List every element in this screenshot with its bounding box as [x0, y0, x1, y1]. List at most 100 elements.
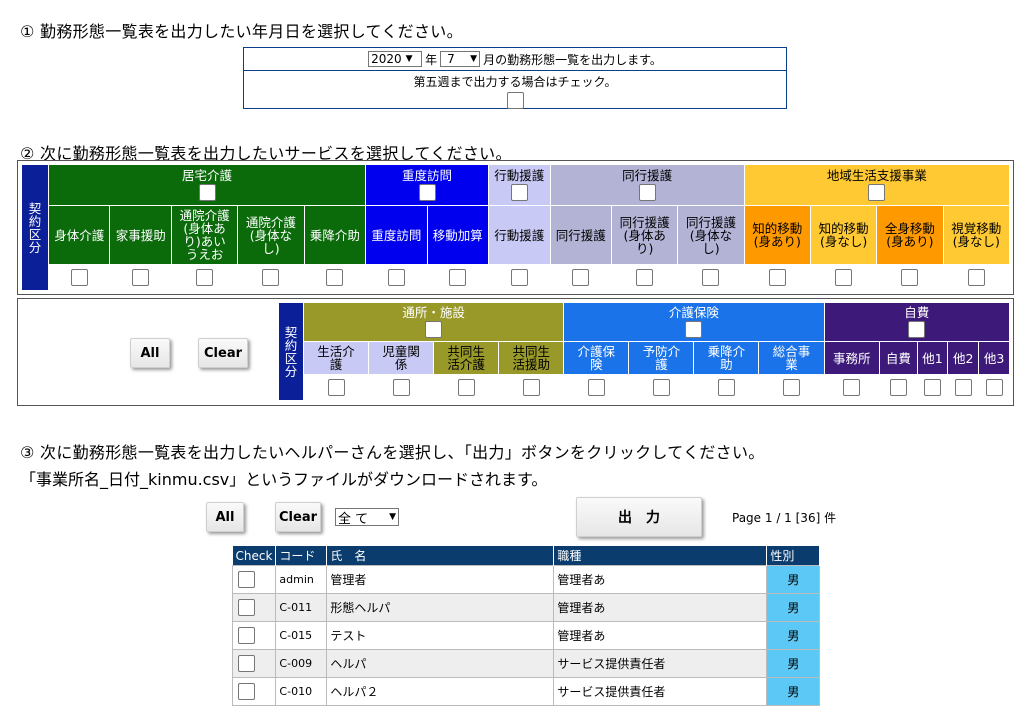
helper-job: サービス提供責任者	[553, 649, 768, 678]
helper-job: 管理者あ	[553, 565, 768, 594]
service-checkbox[interactable]	[522, 379, 540, 396]
service-group-header: 重度訪問	[366, 165, 489, 205]
helper-column-header: コード	[275, 546, 328, 566]
service-checkbox-cell	[171, 265, 238, 290]
service-group-checkbox[interactable]	[198, 184, 216, 201]
chevron-down-icon: ▼	[470, 54, 478, 64]
service-checkbox[interactable]	[843, 379, 861, 396]
service-column-label: 重度訪問	[371, 227, 422, 243]
output-button[interactable]: 出 力	[576, 497, 702, 537]
service-checkbox-cell	[49, 265, 110, 290]
helper-column-header: 職種	[553, 546, 768, 566]
helper-checkbox[interactable]	[238, 571, 255, 588]
service-checkbox[interactable]	[889, 379, 907, 396]
helper-checkbox[interactable]	[238, 655, 255, 672]
service-group-checkbox[interactable]	[908, 321, 926, 338]
service-checkbox[interactable]	[652, 379, 670, 396]
service-column-header: 生活介護	[304, 342, 369, 374]
helper-code: admin	[275, 565, 328, 594]
service-column-header: 移動加算	[427, 206, 489, 264]
service-checkbox-cell	[759, 375, 824, 400]
service-group-header: 同行援護	[550, 165, 744, 205]
service-checkbox[interactable]	[702, 269, 720, 286]
service-column-header: 共同生活介護	[434, 342, 499, 374]
service-table-1-frame: 契約区分 居宅介護 重度訪問 行動援護 同行援護 地域生活支援事業 身体介護 家事援助 通院介…	[17, 160, 1014, 295]
year-select[interactable]: 2020 ▼	[368, 51, 423, 67]
service-checkbox[interactable]	[967, 269, 985, 286]
helper-checkbox[interactable]	[238, 683, 255, 700]
service-column-label: 同行援護(身体なし)	[685, 214, 736, 256]
helper-checkbox[interactable]	[238, 599, 255, 616]
service-column-label: 同行援護	[555, 227, 606, 243]
table-row[interactable]: C-011 形態ヘルパ 管理者あ男	[231, 593, 821, 622]
table-row[interactable]: C-010 ヘルパ２ サービス提供責任者男	[231, 677, 821, 706]
helper-code: C-009	[275, 649, 328, 678]
service-checkbox[interactable]	[449, 269, 467, 286]
service-checkbox[interactable]	[326, 269, 344, 286]
month-select[interactable]: 7 ▼	[440, 51, 481, 67]
page-info: Page 1 / 1 [36] 件	[732, 511, 837, 525]
service-column-label: 他3	[983, 350, 1005, 366]
service-group-checkbox[interactable]	[418, 184, 436, 201]
service-column-header: 全身移動(身あり)	[877, 206, 943, 264]
service-checkbox-cell	[694, 375, 759, 400]
service-column-label: 同行援護(身体あり)	[619, 214, 670, 256]
fifth-week-checkbox[interactable]	[506, 92, 524, 109]
service-all-button[interactable]: All	[130, 338, 170, 368]
service-checkbox[interactable]	[132, 269, 150, 286]
service-column-header: 自費	[880, 342, 917, 374]
service-checkbox[interactable]	[835, 269, 853, 286]
service-checkbox[interactable]	[327, 379, 345, 396]
service-group-checkbox[interactable]	[868, 184, 886, 201]
service-column-label: 事務所	[833, 350, 871, 366]
service-group-checkbox[interactable]	[685, 321, 703, 338]
service-group-label: 通所・施設	[402, 305, 465, 320]
service-checkbox[interactable]	[985, 379, 1003, 396]
date-select-row: 2020 ▼ 年 7 ▼ 月の勤務形態一覧を出力します。	[244, 48, 786, 71]
helper-filter-select[interactable]: 全 て ▼	[335, 508, 399, 527]
service-column-label: 視覚移動(身なし)	[951, 221, 1002, 249]
service-checkbox[interactable]	[262, 269, 280, 286]
helper-column-header: 性別	[766, 546, 821, 566]
helper-job: サービス提供責任者	[553, 677, 768, 706]
service-clear-button[interactable]: Clear	[198, 338, 248, 368]
service-group-checkbox[interactable]	[638, 184, 656, 201]
helper-name: 形態ヘルパ	[326, 593, 555, 622]
fifth-week-row: 第五週まで出力する場合はチェック。	[244, 71, 786, 109]
service-column-header: 家事援助	[110, 206, 171, 264]
service-checkbox[interactable]	[636, 269, 654, 286]
service-checkbox-cell	[550, 265, 612, 290]
keiyaku-label: 契約区分	[22, 165, 48, 290]
table-row[interactable]: C-015 テスト 管理者あ男	[231, 621, 821, 650]
service-checkbox[interactable]	[901, 269, 919, 286]
service-column-header: 知的移動(身あり)	[744, 206, 810, 264]
helper-checkbox[interactable]	[238, 627, 255, 644]
service-checkbox[interactable]	[768, 269, 786, 286]
service-checkbox[interactable]	[196, 269, 214, 286]
service-checkbox[interactable]	[392, 379, 410, 396]
helper-check-cell	[231, 649, 277, 678]
helper-all-button[interactable]: All	[206, 502, 244, 532]
service-checkbox[interactable]	[954, 379, 972, 396]
table-row[interactable]: C-009 ヘルパ サービス提供責任者男	[231, 649, 821, 678]
helper-column-header: 氏 名	[326, 546, 555, 566]
service-checkbox[interactable]	[457, 379, 475, 396]
helper-clear-button[interactable]: Clear	[275, 502, 321, 532]
service-column-header: 児童関係	[369, 342, 434, 374]
service-column-label: 他1	[922, 350, 943, 366]
service-checkbox[interactable]	[510, 269, 528, 286]
service-checkbox[interactable]	[70, 269, 88, 286]
table-row[interactable]: admin 管理者 管理者あ男	[231, 565, 821, 594]
service-column-header: 同行援護(身体なし)	[678, 206, 744, 264]
service-checkbox[interactable]	[387, 269, 405, 286]
service-checkbox[interactable]	[923, 379, 941, 396]
service-group-checkbox[interactable]	[425, 321, 443, 338]
service-checkbox[interactable]	[782, 379, 800, 396]
service-group-label: 同行援護	[622, 168, 673, 183]
helper-check-cell	[231, 565, 277, 594]
service-checkbox[interactable]	[587, 379, 605, 396]
service-group-checkbox[interactable]	[510, 184, 528, 201]
service-checkbox[interactable]	[717, 379, 735, 396]
service-checkbox[interactable]	[572, 269, 590, 286]
helper-sex: 男	[766, 649, 821, 678]
